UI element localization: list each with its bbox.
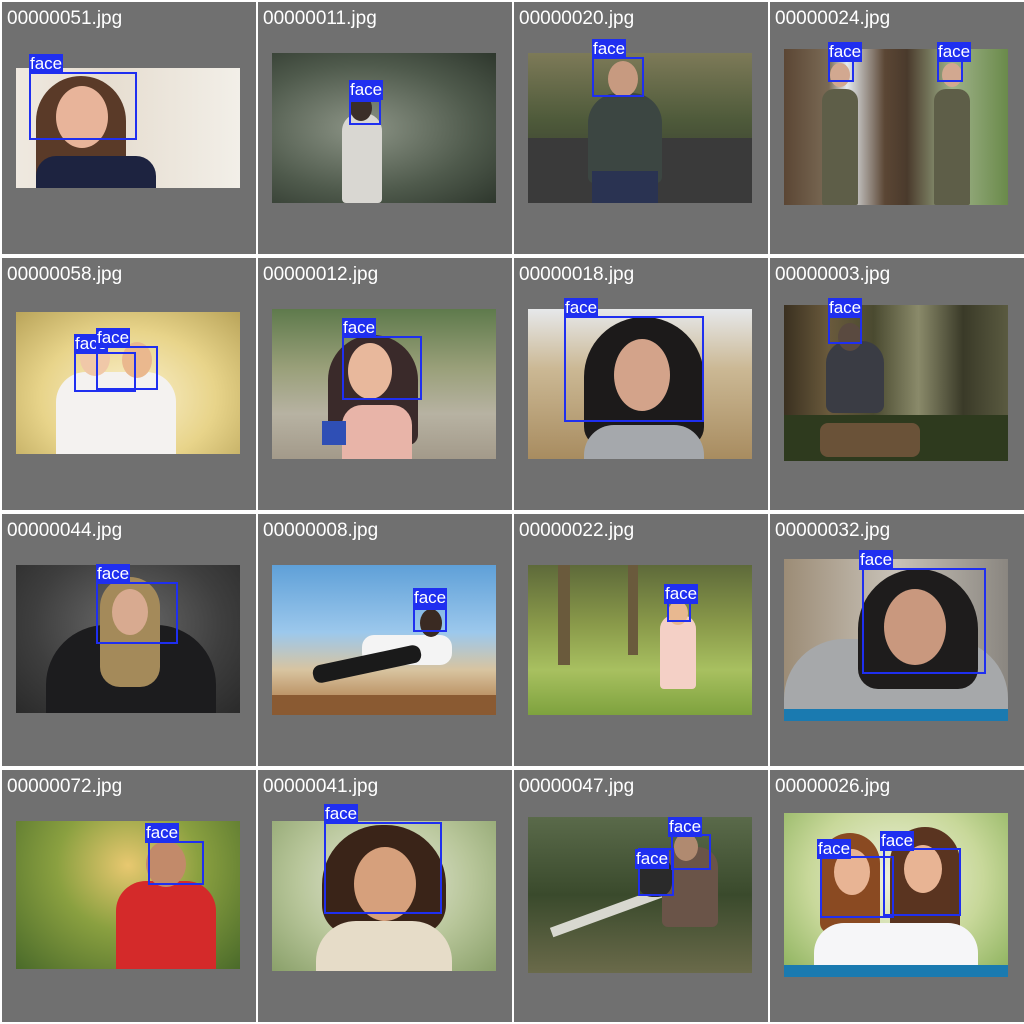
grid-cell[interactable]: 00000020.jpg face bbox=[514, 2, 768, 254]
filename-label: 00000032.jpg bbox=[775, 520, 891, 541]
filename-label: 00000003.jpg bbox=[775, 264, 891, 285]
image-thumbnail bbox=[528, 565, 752, 715]
filename-label: 00000012.jpg bbox=[263, 264, 379, 285]
filename-label: 00000051.jpg bbox=[7, 8, 123, 29]
filename-label: 00000058.jpg bbox=[7, 264, 123, 285]
face-label: face bbox=[828, 298, 863, 318]
face-bounding-box bbox=[96, 346, 158, 390]
face-bounding-box bbox=[592, 57, 644, 97]
face-bounding-box bbox=[324, 822, 442, 914]
filename-label: 00000011.jpg bbox=[263, 8, 377, 29]
image-thumbnail bbox=[272, 565, 496, 715]
grid-cell[interactable]: 00000008.jpg face bbox=[258, 514, 512, 766]
grid-cell[interactable]: 00000051.jpg face bbox=[2, 2, 256, 254]
face-label: face bbox=[349, 80, 384, 100]
face-bounding-box bbox=[342, 336, 422, 400]
grid-cell[interactable]: 00000047.jpg face face bbox=[514, 770, 768, 1022]
filename-label: 00000047.jpg bbox=[519, 776, 635, 797]
face-bounding-box bbox=[862, 568, 986, 674]
face-bounding-box bbox=[937, 60, 963, 82]
face-label: face bbox=[592, 39, 627, 59]
face-label: face bbox=[664, 584, 699, 604]
filename-label: 00000044.jpg bbox=[7, 520, 123, 541]
filename-label: 00000026.jpg bbox=[775, 776, 891, 797]
filename-label: 00000022.jpg bbox=[519, 520, 635, 541]
filename-label: 00000008.jpg bbox=[263, 520, 379, 541]
grid-cell[interactable]: 00000018.jpg face bbox=[514, 258, 768, 510]
face-label: face bbox=[342, 318, 377, 338]
filename-label: 00000018.jpg bbox=[519, 264, 635, 285]
filename-label: 00000020.jpg bbox=[519, 8, 635, 29]
image-thumbnail bbox=[272, 53, 496, 203]
face-bounding-box bbox=[96, 582, 178, 644]
grid-cell[interactable]: 00000022.jpg face bbox=[514, 514, 768, 766]
face-bounding-box bbox=[349, 100, 381, 125]
face-bounding-box bbox=[667, 602, 691, 622]
image-thumbnail bbox=[784, 305, 1008, 461]
grid-cell[interactable]: 00000041.jpg face bbox=[258, 770, 512, 1022]
face-bounding-box bbox=[883, 848, 961, 916]
detection-results-grid: 00000051.jpg face 00000011.jpg face 0000… bbox=[0, 0, 1024, 1024]
grid-cell[interactable]: 00000011.jpg face bbox=[258, 2, 512, 254]
grid-cell[interactable]: 00000058.jpg face face bbox=[2, 258, 256, 510]
face-label: face bbox=[668, 817, 703, 837]
face-bounding-box bbox=[564, 316, 704, 422]
face-label: face bbox=[96, 564, 131, 584]
face-label: face bbox=[29, 54, 64, 74]
face-label: face bbox=[880, 831, 915, 851]
face-label: face bbox=[145, 823, 180, 843]
filename-label: 00000024.jpg bbox=[775, 8, 891, 29]
face-bounding-box bbox=[29, 72, 137, 140]
face-bounding-box bbox=[671, 834, 711, 870]
grid-cell[interactable]: 00000026.jpg face face bbox=[770, 770, 1024, 1022]
image-thumbnail bbox=[16, 821, 240, 969]
face-bounding-box bbox=[413, 608, 447, 632]
grid-cell[interactable]: 00000072.jpg face bbox=[2, 770, 256, 1022]
grid-cell[interactable]: 00000003.jpg face bbox=[770, 258, 1024, 510]
face-label: face bbox=[413, 588, 448, 608]
grid-cell[interactable]: 00000044.jpg face bbox=[2, 514, 256, 766]
face-label: face bbox=[859, 550, 894, 570]
face-label: face bbox=[937, 42, 972, 62]
image-thumbnail bbox=[784, 49, 1008, 205]
face-label: face bbox=[96, 328, 131, 348]
grid-cell[interactable]: 00000032.jpg face bbox=[770, 514, 1024, 766]
filename-label: 00000072.jpg bbox=[7, 776, 123, 797]
grid-cell[interactable]: 00000024.jpg face face bbox=[770, 2, 1024, 254]
face-label: face bbox=[564, 298, 599, 318]
face-bounding-box bbox=[828, 60, 854, 82]
filename-label: 00000041.jpg bbox=[263, 776, 379, 797]
face-label: face bbox=[828, 42, 863, 62]
face-label: face bbox=[635, 849, 670, 869]
grid-cell[interactable]: 00000012.jpg face bbox=[258, 258, 512, 510]
face-bounding-box bbox=[148, 841, 204, 885]
face-label: face bbox=[817, 839, 852, 859]
face-bounding-box bbox=[828, 316, 862, 344]
face-label: face bbox=[324, 804, 359, 824]
